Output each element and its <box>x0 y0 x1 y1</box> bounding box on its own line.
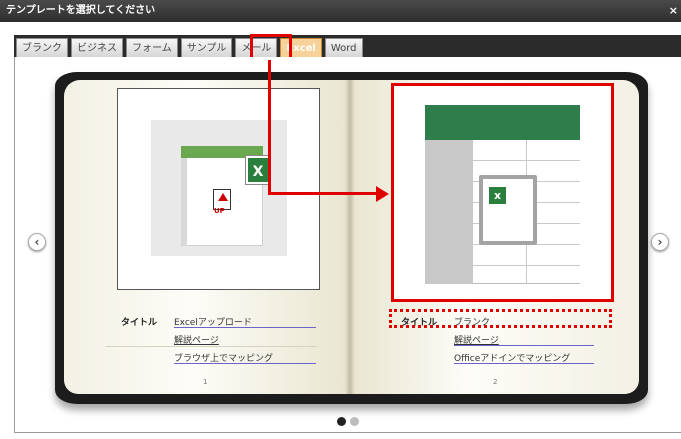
page-number-2: 2 <box>493 378 498 386</box>
tab-sample[interactable]: サンプル <box>180 38 233 57</box>
prev-page-button[interactable]: ‹ <box>28 233 46 251</box>
template-1-desc-underline <box>174 363 316 364</box>
tab-blank[interactable]: ブランク <box>16 38 68 57</box>
upload-label: UP <box>214 207 225 215</box>
template-1-title-key: タイトル <box>121 318 158 328</box>
template-1-guide-link[interactable]: 解説ページ <box>174 333 219 346</box>
tab-form[interactable]: フォーム <box>126 38 178 57</box>
pager-dot-1[interactable] <box>337 417 346 426</box>
template-1-title-underline <box>174 327 316 328</box>
grid-line <box>425 160 580 161</box>
tab-business[interactable]: ビジネス <box>71 38 123 57</box>
page-number-1: 1 <box>203 378 208 386</box>
next-page-button[interactable]: › <box>651 233 669 251</box>
title-highlight-box <box>389 309 612 328</box>
template-tabs: ブランク ビジネス フォーム サンプル メール Excel Word <box>16 38 363 57</box>
excel-badge-icon: x <box>489 187 506 204</box>
callout-arrow-icon <box>376 186 389 202</box>
close-icon[interactable]: × <box>669 0 678 22</box>
row-divider <box>105 346 317 347</box>
sheet-row-header <box>425 140 473 284</box>
dialog-title: テンプレートを選択してください <box>6 5 156 16</box>
excel-blank-icon <box>479 175 537 245</box>
spreadsheet-row-header <box>181 158 187 246</box>
template-2-desc-underline <box>454 363 594 364</box>
pager-dot-2[interactable] <box>350 417 359 426</box>
callout-line-horizontal <box>268 192 378 195</box>
template-2-link-underline <box>454 345 594 346</box>
callout-line-vertical <box>268 60 271 195</box>
sheet-header-band <box>425 105 580 140</box>
dialog-titlebar: テンプレートを選択してください × <box>0 0 681 22</box>
excel-upload-icon: X <box>246 156 270 184</box>
upload-arrow-icon <box>218 193 228 201</box>
template-dialog: テンプレートを選択してください × ブランク ビジネス フォーム サンプル メー… <box>0 0 681 439</box>
grid-line <box>425 265 580 266</box>
tab-word[interactable]: Word <box>324 38 363 57</box>
book-spine <box>345 80 355 394</box>
